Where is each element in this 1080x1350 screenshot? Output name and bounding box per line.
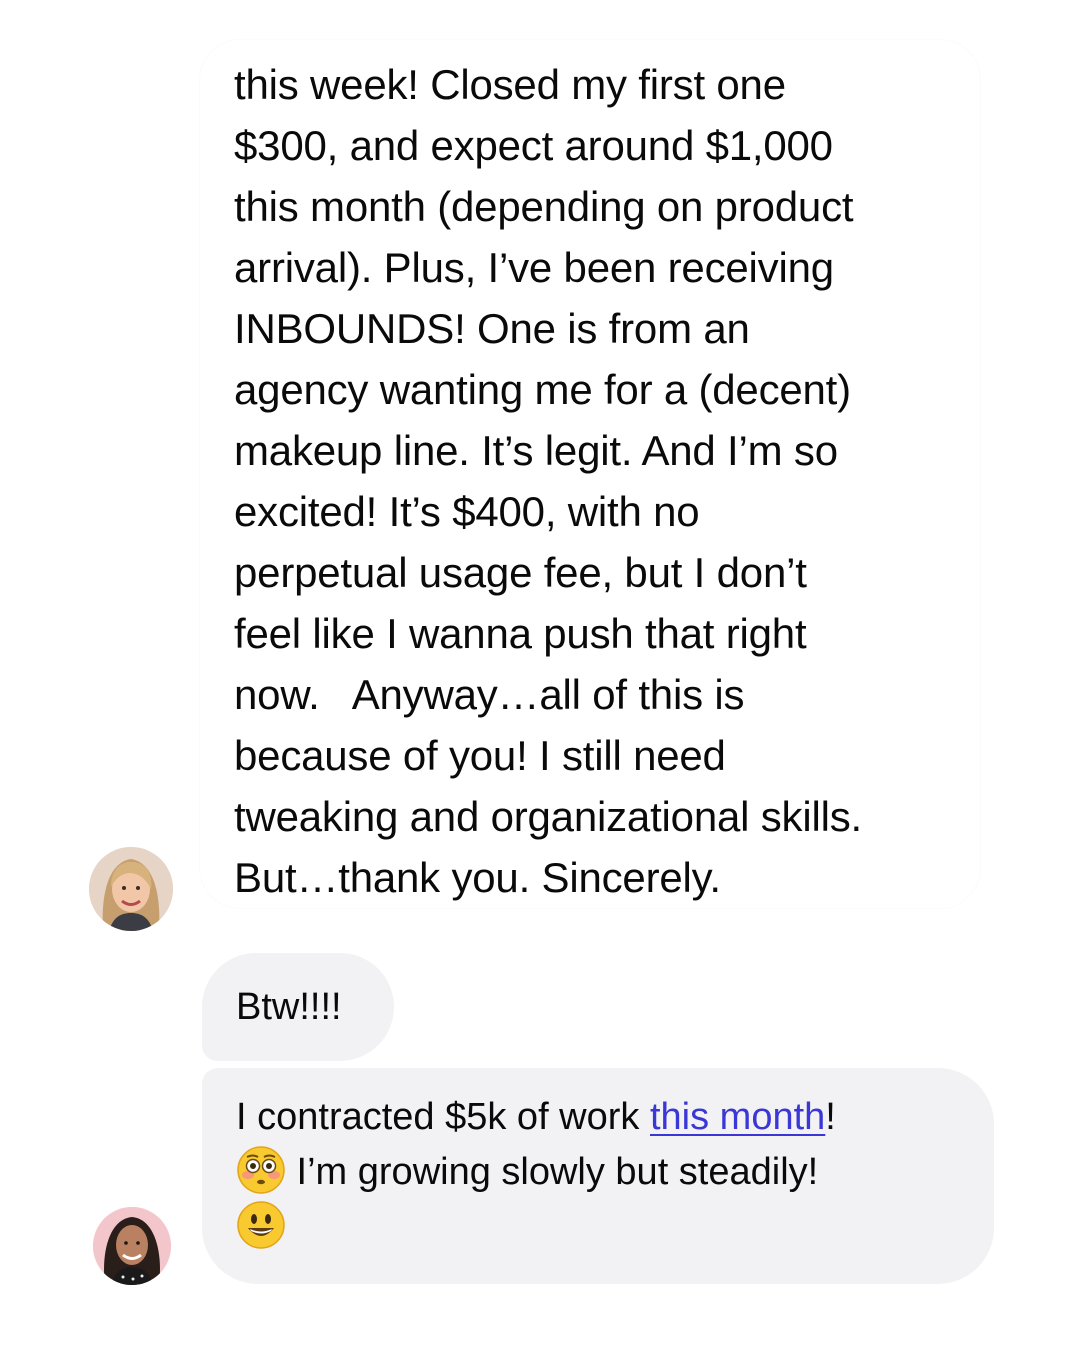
text-before-link: I contracted $5k of work	[236, 1096, 650, 1138]
message-line: makeup line. It’s legit. And I’m so	[234, 427, 838, 474]
message-line: agency wanting me for a (decent)	[234, 366, 851, 413]
message-line: $300, and expect around $1,000	[234, 122, 833, 169]
message-bubble-long[interactable]: this week! Closed my first one $300, and…	[200, 40, 980, 908]
avatar[interactable]	[89, 847, 173, 931]
message-line: feel like I wanna push that right	[234, 610, 807, 657]
message-text: Btw!!!!	[236, 986, 342, 1028]
message-thread: this week! Closed my first one $300, and…	[0, 0, 1080, 1350]
message-line: excited! It’s $400, with no	[234, 488, 700, 535]
message-line: I contracted $5k of work this month!	[236, 1090, 976, 1145]
avatar-woman-dark-hair-icon	[93, 1207, 171, 1285]
message-line: now. Anyway…all of this is	[234, 671, 745, 718]
avatar-woman-blonde-icon	[89, 847, 173, 931]
message-line: this week! Closed my first one	[234, 61, 786, 108]
message-line: INBOUNDS! One is from an	[234, 305, 750, 352]
message-line: because of you! I still need	[234, 732, 726, 779]
message-line: tweaking and organizational skills.	[234, 793, 863, 840]
message-line: arrival). Plus, I’ve been receiving	[234, 244, 834, 291]
message-text: this week! Closed my first one $300, and…	[234, 54, 974, 908]
avatar[interactable]	[93, 1207, 171, 1285]
this-month-link[interactable]: this month	[650, 1096, 825, 1138]
message-bubble-last[interactable]: I contracted $5k of work this month! I’m…	[202, 1068, 994, 1284]
message-line: But…thank you. Sincerely.	[234, 854, 721, 901]
message-line: this month (depending on product	[234, 183, 854, 230]
text-after-link: !	[825, 1096, 836, 1138]
message-bubble-short[interactable]: Btw!!!!	[202, 953, 394, 1061]
message-line-2-text: I’m growing slowly but steadily!	[286, 1151, 819, 1193]
message-line: I’m growing slowly but steadily!	[236, 1145, 976, 1200]
flushed-face-emoji-icon	[236, 1145, 286, 1195]
grinning-face-emoji-icon	[236, 1200, 286, 1250]
message-text: I contracted $5k of work this month! I’m…	[236, 1090, 976, 1255]
message-line: perpetual usage fee, but I don’t	[234, 549, 807, 596]
message-line	[236, 1200, 976, 1255]
